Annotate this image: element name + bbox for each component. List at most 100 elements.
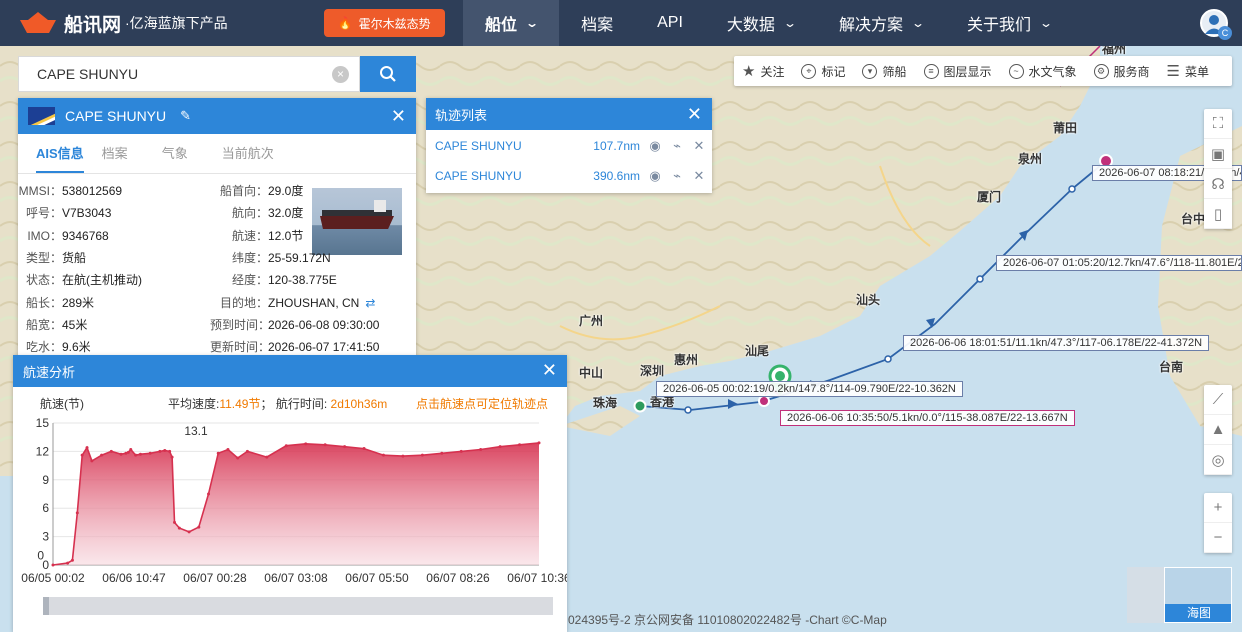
brand-name: 船讯网 <box>64 14 122 36</box>
ship-logo-icon <box>20 12 56 33</box>
ais-field-key: 预到时间： <box>210 317 271 332</box>
zoom-out-button[interactable]: − <box>1204 523 1232 553</box>
swap-icon[interactable]: ⇄ <box>365 296 375 310</box>
nav-item-ship-position[interactable]: 船位 ⌄ <box>463 0 560 46</box>
nav-item-api[interactable]: API <box>635 0 705 46</box>
close-icon[interactable]: ✕ <box>542 360 557 381</box>
eye-icon[interactable]: ◉ <box>648 138 662 154</box>
tool-label: 关注 <box>760 64 785 79</box>
tool-service[interactable]: ⚙ 服务商 <box>1093 63 1150 80</box>
ais-field-value: 2026-06-07 17:41:50 <box>268 340 380 355</box>
speed-point <box>518 443 522 447</box>
track-name: CAPE SHUNYU <box>435 169 522 183</box>
locate-icon[interactable]: ◎ <box>1204 445 1232 475</box>
zoom-in-button[interactable]: + <box>1204 493 1232 523</box>
ais-field-value: ZHOUSHAN, CN <box>268 295 360 310</box>
tool-weather[interactable]: ~ 水文气象 <box>1008 63 1077 80</box>
ais-field-value: 12.0节 <box>268 228 304 243</box>
tool-mark[interactable]: ⌖ 标记 <box>801 63 845 80</box>
tool-menu[interactable]: ☰ 菜单 <box>1167 62 1209 80</box>
tab-ais-info[interactable]: AIS信息 <box>36 134 84 173</box>
tab-weather[interactable]: 气象 <box>162 134 204 173</box>
track-distance: 107.7nm <box>593 139 640 153</box>
ais-field: 船长：289米 <box>18 294 94 311</box>
mobile-icon[interactable]: ▯ <box>1204 199 1232 229</box>
map-toolbar: ★ 关注 ⌖ 标记 ▾ 筛船 ≡ 图层显示 ~ 水文气象 ⚙ 服务商 ☰ 菜单 <box>734 56 1232 86</box>
ais-field-value: 538012569 <box>62 184 123 198</box>
clear-icon[interactable]: × <box>332 66 349 83</box>
track-row[interactable]: CAPE SHUNYU 107.7nm ◉ ⌁ ✕ <box>426 131 712 161</box>
ais-field-key: 航向： <box>231 206 268 221</box>
speed-panel-header: 航速分析 ✕ <box>13 355 567 387</box>
headset-icon[interactable]: ☊ <box>1204 169 1232 199</box>
search-icon <box>380 66 396 82</box>
user-avatar[interactable]: C <box>1200 9 1232 40</box>
ship-photo[interactable] <box>312 188 402 255</box>
ais-field-value: 120-38.775E <box>268 273 337 288</box>
place-label: 深圳 <box>640 364 665 378</box>
chart-icon[interactable]: ⌁ <box>670 138 684 154</box>
speed-point <box>126 450 130 454</box>
speed-point <box>245 449 249 453</box>
nav-item-about[interactable]: 关于我们 ⌄ <box>945 0 1073 46</box>
speed-analysis-panel: 航速分析 ✕ 航速(节) 平均速度:11.49节； 航行时间: 2d10h36m… <box>13 355 567 632</box>
track-start-marker <box>633 399 647 413</box>
chart-layer-toggle[interactable]: 海图 <box>1164 567 1232 623</box>
filter-icon: ▾ <box>862 63 878 79</box>
tab-archive[interactable]: 档案 <box>102 134 144 173</box>
y-tick-label: 9 <box>42 473 49 487</box>
close-icon[interactable]: ✕ <box>687 104 702 125</box>
speed-point <box>187 530 191 534</box>
ais-field-key: IMO： <box>27 228 62 243</box>
ship-tabs: AIS信息 档案 气象 当前航次 <box>18 134 416 174</box>
close-icon[interactable]: ✕ <box>692 138 706 154</box>
tool-layers[interactable]: ≡ 图层显示 <box>923 63 992 80</box>
ruler-icon[interactable]: ⟋ <box>1204 385 1232 415</box>
site-logo[interactable]: 船讯网 ·亿海蓝旗下产品 <box>18 10 228 37</box>
scroll-handle[interactable] <box>43 597 49 615</box>
ship-name: CAPE SHUNYU <box>65 108 167 124</box>
chart-icon[interactable]: ⌁ <box>670 168 684 184</box>
fullscreen-icon[interactable]: ⛶ <box>1204 109 1232 139</box>
track-distance: 390.6nm <box>593 169 640 183</box>
speed-point <box>51 563 55 567</box>
compass-icon[interactable]: ▲ <box>1204 415 1232 445</box>
nav-item-solutions[interactable]: 解决方案 ⌄ <box>817 0 945 46</box>
briefcase-icon[interactable]: ▣ <box>1204 139 1232 169</box>
satellite-layer-toggle[interactable] <box>1127 567 1164 623</box>
ais-field-key: 纬度： <box>231 250 268 265</box>
ais-field-value: V7B3043 <box>62 206 112 221</box>
tab-current-voyage[interactable]: 当前航次 <box>222 134 290 173</box>
track-row[interactable]: CAPE SHUNYU 390.6nm ◉ ⌁ ✕ <box>426 161 712 191</box>
menu-icon: ☰ <box>1166 63 1180 80</box>
track-point-label[interactable]: 2026-06-06 10:35:50/5.1kn/0.0°/115-38.08… <box>780 410 1075 426</box>
promo-button[interactable]: 🔥 霍尔木兹态势 <box>323 9 445 37</box>
nav-item-archive[interactable]: 档案 <box>559 0 635 46</box>
ais-field-value: 289米 <box>62 295 95 310</box>
tool-filter[interactable]: ▾ 筛船 <box>862 63 907 80</box>
user-badge: C <box>1218 26 1232 40</box>
map-controls-top: ⛶ ▣ ☊ ▯ <box>1204 109 1232 229</box>
ais-field: 航向：32.0度 <box>210 204 303 221</box>
nav-item-big-data[interactable]: 大数据 ⌄ <box>705 0 817 46</box>
tool-follow[interactable]: ★ 关注 <box>742 62 784 80</box>
speed-chart[interactable]: 0 3 6 9 12 15 06/05 00:02 06/06 10:47 06/07 00:2… <box>13 387 567 599</box>
track-point-label[interactable]: 2026-06-06 18:01:51/11.1kn/47.3°/117-06.… <box>903 335 1210 351</box>
speed-point <box>216 451 220 455</box>
search-button[interactable] <box>360 56 416 92</box>
close-icon[interactable]: ✕ <box>692 168 706 184</box>
track-point-label[interactable]: 2026-06-05 00:02:19/0.2kn/147.8°/114-09.… <box>656 381 963 397</box>
chevron-down-icon: ⌄ <box>525 16 540 30</box>
weather-icon: ~ <box>1008 63 1024 79</box>
eye-icon[interactable]: ◉ <box>648 168 662 184</box>
ais-field-key: 船宽： <box>25 317 62 332</box>
track-point-label[interactable]: 2026-06-07 01:05:20/12.7kn/47.6°/118-11.… <box>996 255 1242 271</box>
speed-point <box>100 453 104 457</box>
y-tick-label: 15 <box>36 416 50 430</box>
promo-label: 霍尔木兹态势 <box>358 16 431 31</box>
chart-range-scrollbar[interactable] <box>43 597 553 615</box>
search-input[interactable]: CAPE SHUNYU × <box>18 56 360 92</box>
tool-label: 筛船 <box>882 64 907 79</box>
close-icon[interactable]: ✕ <box>391 106 406 127</box>
edit-icon[interactable]: ✎ <box>180 108 191 124</box>
